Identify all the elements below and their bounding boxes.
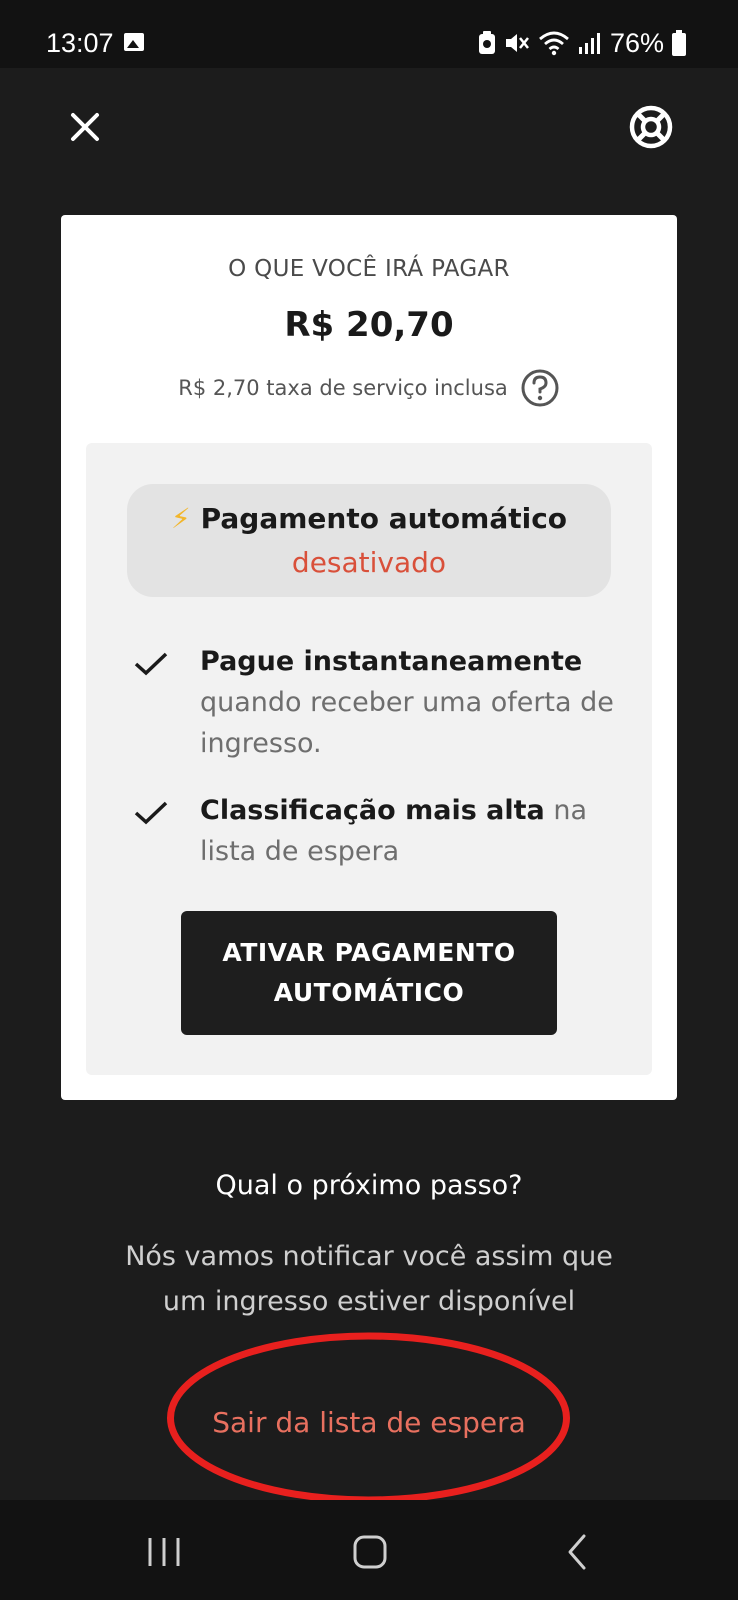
check-icon (134, 652, 168, 676)
close-icon[interactable] (62, 104, 108, 150)
wifi-icon (539, 31, 569, 56)
status-icons: 76% (478, 26, 686, 60)
signal-icon (578, 33, 600, 54)
lightning-icon: ⚡ (170, 502, 191, 535)
recent-apps-icon[interactable] (134, 1524, 194, 1580)
activate-autopay-label: ATIVAR PAGAMENTO AUTOMÁTICO (222, 938, 516, 1007)
next-step-body: Nós vamos notificar você assim que um in… (125, 1241, 613, 1317)
status-bar: 13:07 76% (0, 0, 738, 68)
benefit-item: Classificação mais alta na lista de espe… (200, 790, 620, 872)
status-time: 13:07 (46, 28, 114, 58)
check-icon (134, 801, 168, 825)
benefit-item: Pague instantaneamente quando receber um… (200, 641, 620, 764)
question-icon[interactable] (520, 368, 560, 408)
back-icon[interactable] (548, 1524, 608, 1580)
fee-text: R$ 2,70 taxa de serviço inclusa (178, 376, 508, 400)
battery-icon (672, 30, 686, 56)
autopay-status: desativado (291, 546, 447, 579)
autopay-status-pill (127, 484, 611, 597)
home-icon[interactable] (340, 1524, 400, 1580)
fee-row: R$ 2,70 taxa de serviço inclusa (0, 368, 738, 408)
screen: 13:07 76% O QUE VOCÊ IRÁ PAGAR R$ 20,70 … (0, 0, 738, 1600)
payment-title: O QUE VOCÊ IRÁ PAGAR (228, 256, 510, 282)
activate-autopay-button[interactable]: ATIVAR PAGAMENTO AUTOMÁTICO (181, 911, 557, 1035)
benefit-title: Classificação mais alta (200, 795, 545, 826)
system-nav-bar (0, 1500, 738, 1600)
lifebuoy-icon[interactable] (628, 104, 674, 150)
leave-waitlist-link[interactable]: Sair da lista de espera (0, 1406, 738, 1439)
mute-icon (505, 34, 529, 52)
price: R$ 20,70 (284, 305, 454, 345)
next-step-title: Qual o próximo passo? (215, 1170, 523, 1201)
benefit-title: Pague instantaneamente (200, 646, 583, 677)
benefit-text: quando receber uma oferta de ingresso. (200, 687, 614, 759)
storage-icon (478, 31, 495, 54)
gallery-icon (124, 33, 144, 51)
autopay-label-row: ⚡ Pagamento automático (127, 502, 611, 535)
battery-percent: 76% (609, 27, 664, 58)
autopay-label: Pagamento automático (200, 502, 568, 535)
